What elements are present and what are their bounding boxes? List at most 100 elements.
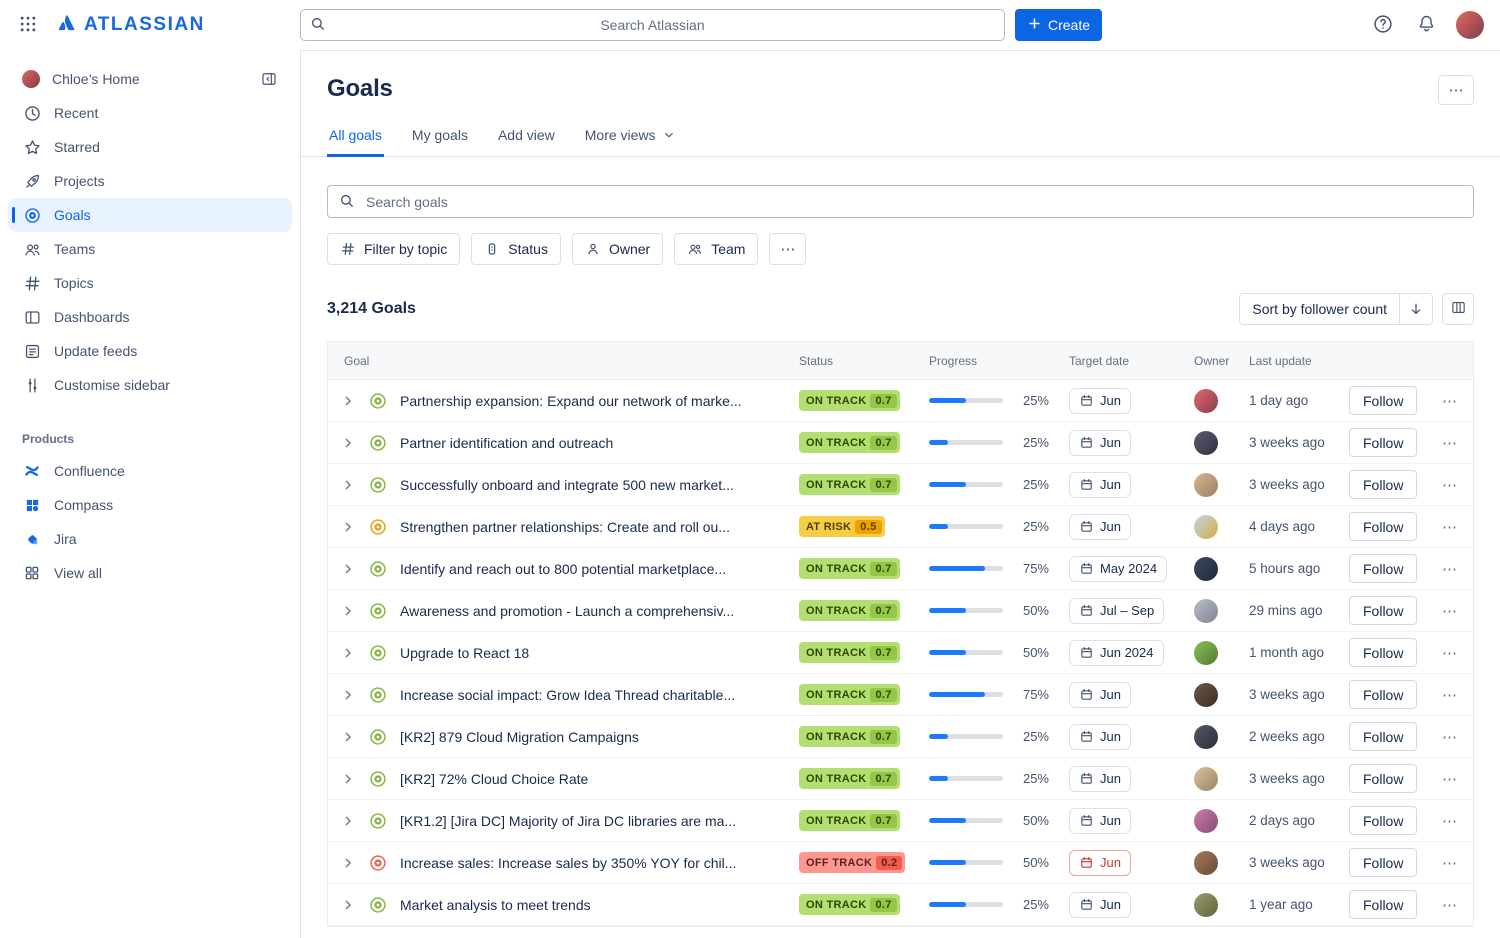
owner-avatar[interactable] bbox=[1194, 683, 1218, 707]
goal-name[interactable]: Partnership expansion: Expand our networ… bbox=[400, 393, 756, 409]
follow-button[interactable]: Follow bbox=[1349, 806, 1417, 835]
sidebar-item-dashboards[interactable]: Dashboards bbox=[8, 300, 292, 334]
goal-row[interactable]: [KR2] 879 Cloud Migration CampaignsON TR… bbox=[328, 716, 1473, 758]
page-more-button[interactable]: ⋯ bbox=[1438, 75, 1474, 105]
filter-by-topic-button[interactable]: Filter by topic bbox=[327, 233, 460, 265]
more-filters-button[interactable]: ⋯ bbox=[769, 233, 806, 265]
tab-add-view[interactable]: Add view bbox=[496, 121, 557, 157]
owner-avatar[interactable] bbox=[1194, 767, 1218, 791]
row-more-button[interactable]: ⋯ bbox=[1442, 644, 1458, 662]
row-more-button[interactable]: ⋯ bbox=[1442, 728, 1458, 746]
owner-avatar[interactable] bbox=[1194, 809, 1218, 833]
notifications-button[interactable] bbox=[1413, 12, 1439, 38]
goal-name[interactable]: Strengthen partner relationships: Create… bbox=[400, 519, 744, 535]
expand-row-icon[interactable] bbox=[340, 393, 356, 409]
expand-row-icon[interactable] bbox=[340, 813, 356, 829]
row-more-button[interactable]: ⋯ bbox=[1442, 854, 1458, 872]
row-more-button[interactable]: ⋯ bbox=[1442, 476, 1458, 494]
follow-button[interactable]: Follow bbox=[1349, 386, 1417, 415]
follow-button[interactable]: Follow bbox=[1349, 638, 1417, 667]
expand-row-icon[interactable] bbox=[340, 897, 356, 913]
sort-button[interactable]: Sort by follower count bbox=[1239, 293, 1433, 325]
sidebar-item-confluence[interactable]: Confluence bbox=[8, 454, 292, 488]
atlassian-logo[interactable]: ATLASSIAN bbox=[56, 12, 205, 39]
follow-button[interactable]: Follow bbox=[1349, 596, 1417, 625]
expand-row-icon[interactable] bbox=[340, 645, 356, 661]
expand-row-icon[interactable] bbox=[340, 771, 356, 787]
goal-name[interactable]: Awareness and promotion - Launch a compr… bbox=[400, 603, 748, 619]
goal-row[interactable]: Increase social impact: Grow Idea Thread… bbox=[328, 674, 1473, 716]
expand-row-icon[interactable] bbox=[340, 855, 356, 871]
sidebar-item-recent[interactable]: Recent bbox=[8, 96, 292, 130]
profile-avatar[interactable] bbox=[1456, 11, 1484, 39]
filter-team-button[interactable]: Team bbox=[674, 233, 758, 265]
owner-avatar[interactable] bbox=[1194, 557, 1218, 581]
row-more-button[interactable]: ⋯ bbox=[1442, 434, 1458, 452]
expand-row-icon[interactable] bbox=[340, 435, 356, 451]
create-button[interactable]: Create bbox=[1015, 9, 1102, 41]
goal-name[interactable]: Partner identification and outreach bbox=[400, 435, 627, 451]
expand-row-icon[interactable] bbox=[340, 519, 356, 535]
follow-button[interactable]: Follow bbox=[1349, 848, 1417, 877]
tab-my-goals[interactable]: My goals bbox=[410, 121, 470, 157]
columns-button[interactable] bbox=[1442, 293, 1474, 325]
owner-avatar[interactable] bbox=[1194, 389, 1218, 413]
expand-row-icon[interactable] bbox=[340, 729, 356, 745]
sidebar-item-compass[interactable]: Compass bbox=[8, 488, 292, 522]
sidebar-item-jira[interactable]: Jira bbox=[8, 522, 292, 556]
sidebar-item-projects[interactable]: Projects bbox=[8, 164, 292, 198]
row-more-button[interactable]: ⋯ bbox=[1442, 770, 1458, 788]
row-more-button[interactable]: ⋯ bbox=[1442, 560, 1458, 578]
sidebar-item-update-feeds[interactable]: Update feeds bbox=[8, 334, 292, 368]
goals-search-input[interactable] bbox=[327, 185, 1474, 218]
follow-button[interactable]: Follow bbox=[1349, 764, 1417, 793]
row-more-button[interactable]: ⋯ bbox=[1442, 602, 1458, 620]
goal-name[interactable]: Increase social impact: Grow Idea Thread… bbox=[400, 687, 749, 703]
owner-avatar[interactable] bbox=[1194, 599, 1218, 623]
sidebar-item-goals[interactable]: Goals bbox=[8, 198, 292, 232]
follow-button[interactable]: Follow bbox=[1349, 722, 1417, 751]
goal-row[interactable]: Partnership expansion: Expand our networ… bbox=[328, 380, 1473, 422]
sidebar-item-customise[interactable]: Customise sidebar bbox=[8, 368, 292, 402]
follow-button[interactable]: Follow bbox=[1349, 680, 1417, 709]
goal-row[interactable]: Strengthen partner relationships: Create… bbox=[328, 506, 1473, 548]
goal-row[interactable]: [KR1.2] [Jira DC] Majority of Jira DC li… bbox=[328, 800, 1473, 842]
row-more-button[interactable]: ⋯ bbox=[1442, 392, 1458, 410]
goal-row[interactable]: Increase sales: Increase sales by 350% Y… bbox=[328, 842, 1473, 884]
goal-row[interactable]: [KR2] 72% Cloud Choice RateON TRACK0.725… bbox=[328, 758, 1473, 800]
goal-name[interactable]: Market analysis to meet trends bbox=[400, 897, 605, 913]
row-more-button[interactable]: ⋯ bbox=[1442, 812, 1458, 830]
owner-avatar[interactable] bbox=[1194, 725, 1218, 749]
owner-avatar[interactable] bbox=[1194, 473, 1218, 497]
row-more-button[interactable]: ⋯ bbox=[1442, 518, 1458, 536]
sidebar-item-starred[interactable]: Starred bbox=[8, 130, 292, 164]
goal-row[interactable]: Partner identification and outreachON TR… bbox=[328, 422, 1473, 464]
follow-button[interactable]: Follow bbox=[1349, 428, 1417, 457]
owner-avatar[interactable] bbox=[1194, 431, 1218, 455]
sort-direction-button[interactable] bbox=[1399, 294, 1432, 324]
filter-status-button[interactable]: Status bbox=[471, 233, 561, 265]
owner-avatar[interactable] bbox=[1194, 515, 1218, 539]
expand-row-icon[interactable] bbox=[340, 687, 356, 703]
sidebar-item-view-all[interactable]: View all bbox=[8, 556, 292, 590]
expand-row-icon[interactable] bbox=[340, 603, 356, 619]
row-more-button[interactable]: ⋯ bbox=[1442, 896, 1458, 914]
goal-name[interactable]: Increase sales: Increase sales by 350% Y… bbox=[400, 855, 750, 871]
follow-button[interactable]: Follow bbox=[1349, 470, 1417, 499]
goal-name[interactable]: Identify and reach out to 800 potential … bbox=[400, 561, 740, 577]
sidebar-item-topics[interactable]: Topics bbox=[8, 266, 292, 300]
follow-button[interactable]: Follow bbox=[1349, 890, 1417, 919]
goal-name[interactable]: Successfully onboard and integrate 500 n… bbox=[400, 477, 748, 493]
follow-button[interactable]: Follow bbox=[1349, 554, 1417, 583]
goal-row[interactable]: Identify and reach out to 800 potential … bbox=[328, 548, 1473, 590]
sidebar-item-teams[interactable]: Teams bbox=[8, 232, 292, 266]
owner-avatar[interactable] bbox=[1194, 851, 1218, 875]
owner-avatar[interactable] bbox=[1194, 893, 1218, 917]
global-search-input[interactable] bbox=[300, 9, 1005, 41]
goal-row[interactable]: Successfully onboard and integrate 500 n… bbox=[328, 464, 1473, 506]
goal-row[interactable]: Upgrade to React 18ON TRACK0.750%Jun 202… bbox=[328, 632, 1473, 674]
row-more-button[interactable]: ⋯ bbox=[1442, 686, 1458, 704]
tab-more-views[interactable]: More views bbox=[583, 121, 678, 157]
goal-name[interactable]: [KR1.2] [Jira DC] Majority of Jira DC li… bbox=[400, 813, 750, 829]
expand-row-icon[interactable] bbox=[340, 477, 356, 493]
